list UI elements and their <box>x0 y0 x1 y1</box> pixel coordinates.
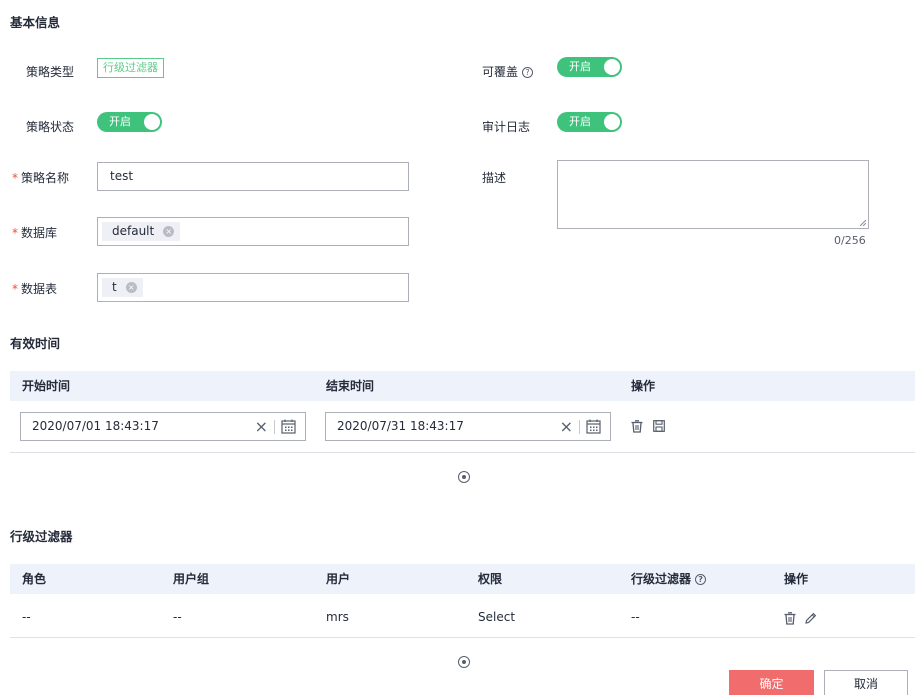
add-filter-row-icon[interactable] <box>458 656 470 668</box>
description-label: 描述 <box>482 171 507 185</box>
calendar-icon[interactable] <box>586 419 601 434</box>
divider <box>579 420 580 434</box>
audit-log-switch-text: 开启 <box>569 115 591 128</box>
table-chip-text: t <box>112 280 117 294</box>
policy-type-label: 策略类型 <box>26 65 75 79</box>
description-counter: 0/256 <box>834 234 866 247</box>
column-header: 开始时间 <box>22 379 71 393</box>
overridable-label: 可覆盖? <box>482 63 534 80</box>
database-select[interactable]: default × <box>97 217 409 246</box>
divider <box>274 420 275 434</box>
cell-group: -- <box>173 610 182 624</box>
clear-icon[interactable]: × <box>560 413 573 440</box>
remove-chip-icon[interactable]: × <box>125 282 137 293</box>
delete-icon[interactable] <box>631 420 643 433</box>
column-header: 权限 <box>478 572 503 586</box>
database-label-text: 数据库 <box>21 226 58 240</box>
overridable-label-text: 可覆盖 <box>482 65 519 79</box>
policy-type-tag: 行级过滤器 <box>97 58 164 78</box>
table-chip: t × <box>102 278 143 297</box>
end-time-picker[interactable]: 2020/07/31 18:43:17 × <box>325 412 611 441</box>
required-asterisk: * <box>12 282 18 296</box>
section-title-basic-info: 基本信息 <box>10 15 61 30</box>
policy-name-label-text: 策略名称 <box>21 171 70 185</box>
validity-table-header: 开始时间 结束时间 操作 <box>10 371 915 401</box>
switch-knob <box>604 59 620 75</box>
row-divider <box>10 452 915 453</box>
section-title-validity: 有效时间 <box>10 336 61 351</box>
switch-knob <box>144 114 160 130</box>
column-header: 结束时间 <box>326 379 375 393</box>
cell-filter: -- <box>631 610 640 624</box>
policy-name-input[interactable]: test <box>97 162 409 191</box>
cell-user: mrs <box>326 610 349 624</box>
column-header: 操作 <box>784 572 809 586</box>
delete-icon[interactable] <box>784 612 796 625</box>
cancel-button[interactable]: 取消 <box>824 670 908 695</box>
edit-pencil-icon[interactable] <box>804 612 817 625</box>
required-asterisk: * <box>12 226 18 240</box>
policy-status-label: 策略状态 <box>26 120 75 134</box>
calendar-icon[interactable] <box>281 419 296 434</box>
switch-knob <box>604 114 620 130</box>
section-title-row-filter: 行级过滤器 <box>10 529 73 544</box>
policy-status-switch-text: 开启 <box>109 115 131 128</box>
end-time-value: 2020/07/31 18:43:17 <box>337 419 464 433</box>
help-icon[interactable]: ? <box>695 574 707 585</box>
table-label-text: 数据表 <box>21 282 58 296</box>
policy-status-switch[interactable]: 开启 <box>97 112 162 132</box>
help-icon[interactable]: ? <box>522 67 534 78</box>
audit-log-label: 审计日志 <box>482 120 531 134</box>
description-textarea[interactable] <box>557 160 869 229</box>
required-asterisk: * <box>12 171 18 185</box>
cell-permission: Select <box>478 610 516 624</box>
overridable-switch-text: 开启 <box>569 60 591 73</box>
column-header: 用户 <box>326 572 351 586</box>
cell-role: -- <box>22 610 31 624</box>
database-label: * 数据库 <box>12 224 57 241</box>
column-header-row-filter: 行级过滤器? <box>631 564 707 594</box>
policy-name-value: test <box>110 169 134 183</box>
database-chip: default × <box>102 222 181 241</box>
save-icon[interactable] <box>653 420 665 432</box>
add-time-row-icon[interactable] <box>458 471 470 483</box>
database-chip-text: default <box>112 224 155 238</box>
column-header: 角色 <box>22 572 47 586</box>
row-divider <box>10 637 915 638</box>
policy-name-label: * 策略名称 <box>12 169 69 186</box>
audit-log-switch[interactable]: 开启 <box>557 112 622 132</box>
row-filter-table-header: 角色 用户组 用户 权限 行级过滤器? 操作 <box>10 564 915 594</box>
column-header: 操作 <box>631 379 656 393</box>
start-time-value: 2020/07/01 18:43:17 <box>32 419 159 433</box>
table-label: * 数据表 <box>12 280 57 297</box>
table-select[interactable]: t × <box>97 273 409 302</box>
clear-icon[interactable]: × <box>255 413 268 440</box>
resize-handle-icon[interactable] <box>860 220 866 226</box>
overridable-switch[interactable]: 开启 <box>557 57 622 77</box>
column-header: 用户组 <box>173 572 210 586</box>
confirm-button[interactable]: 确定 <box>729 670 814 695</box>
start-time-picker[interactable]: 2020/07/01 18:43:17 × <box>20 412 306 441</box>
remove-chip-icon[interactable]: × <box>163 226 175 237</box>
column-header-text: 行级过滤器 <box>631 572 692 586</box>
